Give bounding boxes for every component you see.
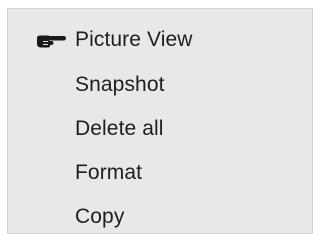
menu-item-label: Delete all — [75, 117, 164, 140]
menu-item-picture-view[interactable]: Picture View — [8, 20, 312, 60]
menu-item-label: Format — [75, 161, 143, 184]
menu-item-label: Snapshot — [75, 73, 165, 96]
menu-item-format[interactable]: Format — [8, 153, 312, 193]
menu-item-copy[interactable]: Copy — [8, 197, 312, 237]
menu-item-snapshot[interactable]: Snapshot — [8, 65, 312, 105]
menu-item-label: Picture View — [75, 28, 193, 51]
menu-item-label: Copy — [75, 205, 125, 228]
pointing-hand-icon — [37, 35, 66, 48]
context-menu: Picture View Snapshot Delete all Format … — [7, 8, 313, 234]
menu-item-delete-all[interactable]: Delete all — [8, 109, 312, 149]
